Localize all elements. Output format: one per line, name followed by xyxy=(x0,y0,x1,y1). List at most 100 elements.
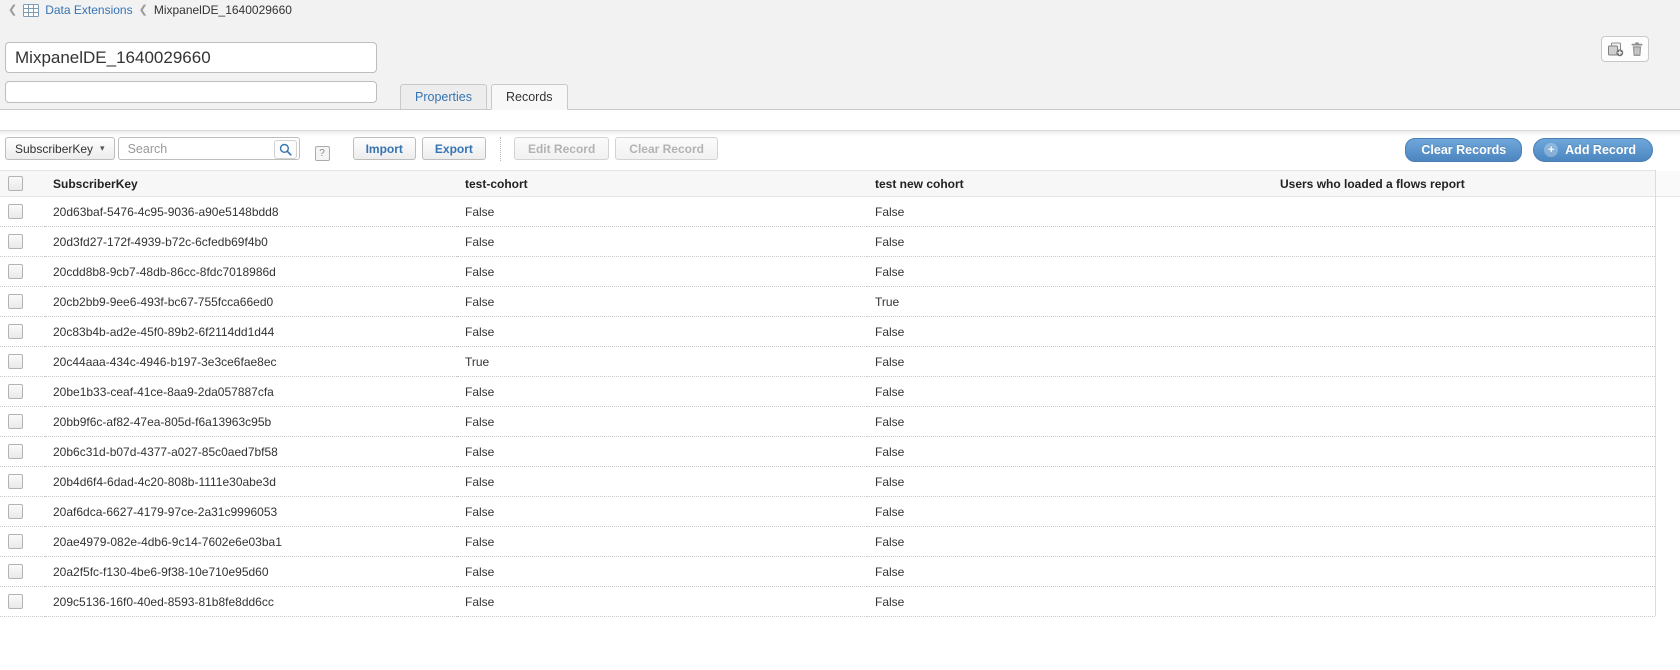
row-checkbox[interactable] xyxy=(8,414,23,429)
table-row[interactable]: 20bb9f6c-af82-47ea-805d-f6a13963c95b Fal… xyxy=(0,407,1655,437)
header-action-group xyxy=(1601,36,1649,62)
panel-divider xyxy=(0,130,1680,136)
table-row[interactable]: 20be1b33-ceaf-41ce-8aa9-2da057887cfa Fal… xyxy=(0,377,1655,407)
row-checkbox[interactable] xyxy=(8,504,23,519)
table-row[interactable]: 20cdd8b8-9cb7-48db-86cc-8fdc7018986d Fal… xyxy=(0,257,1655,287)
row-checkbox-cell xyxy=(0,407,45,437)
data-extension-records-page: ❮ Data Extensions ❮ MixpanelDE_164002966… xyxy=(0,0,1680,670)
toolbar-divider xyxy=(500,137,501,161)
cell-test-cohort: True xyxy=(457,347,867,377)
cell-flows-report xyxy=(1272,557,1655,587)
clear-record-button[interactable]: Clear Record xyxy=(615,137,718,160)
table-row[interactable]: 20af6dca-6627-4179-97ce-2a31c9996053 Fal… xyxy=(0,497,1655,527)
cell-test-cohort: False xyxy=(457,437,867,467)
row-checkbox[interactable] xyxy=(8,234,23,249)
export-button[interactable]: Export xyxy=(422,137,486,160)
row-checkbox[interactable] xyxy=(8,324,23,339)
breadcrumb: ❮ Data Extensions ❮ MixpanelDE_164002966… xyxy=(8,3,292,17)
back-icon[interactable]: ❮ xyxy=(8,3,17,17)
extension-name-input[interactable] xyxy=(5,42,377,73)
row-checkbox-cell xyxy=(0,527,45,557)
cell-test-new-cohort: False xyxy=(867,377,1272,407)
add-record-label: Add Record xyxy=(1565,143,1636,157)
search-field-selector[interactable]: SubscriberKey ▾ xyxy=(5,137,115,160)
table-row[interactable]: 20b4d6f4-6dad-4c20-808b-1111e30abe3d Fal… xyxy=(0,467,1655,497)
table-row[interactable]: 20cb2bb9-9ee6-493f-bc67-755fcca66ed0 Fal… xyxy=(0,287,1655,317)
cell-test-cohort: False xyxy=(457,557,867,587)
row-checkbox-cell xyxy=(0,317,45,347)
cell-subscriber-key: 20bb9f6c-af82-47ea-805d-f6a13963c95b xyxy=(45,407,457,437)
cell-subscriber-key: 20c44aaa-434c-4946-b197-3e3ce6fae8ec xyxy=(45,347,457,377)
column-header-test-cohort: test-cohort xyxy=(457,171,867,197)
table-row[interactable]: 20d3fd27-172f-4939-b72c-6cfedb69f4b0 Fal… xyxy=(0,227,1655,257)
data-extension-grid-icon xyxy=(23,4,39,17)
row-checkbox[interactable] xyxy=(8,564,23,579)
cell-test-new-cohort: False xyxy=(867,347,1272,377)
add-record-button[interactable]: + Add Record xyxy=(1533,138,1653,162)
cell-subscriber-key: 20b6c31d-b07d-4377-a027-85c0aed7bf58 xyxy=(45,437,457,467)
table-row[interactable]: 20ae4979-082e-4db6-9c14-7602e6e03ba1 Fal… xyxy=(0,527,1655,557)
table-row[interactable]: 20d63baf-5476-4c95-9036-a90e5148bdd8 Fal… xyxy=(0,197,1655,227)
import-button[interactable]: Import xyxy=(353,137,416,160)
copy-icon[interactable] xyxy=(1607,42,1624,57)
edit-record-button[interactable]: Edit Record xyxy=(514,137,609,160)
row-checkbox[interactable] xyxy=(8,354,23,369)
cell-test-new-cohort: False xyxy=(867,587,1272,617)
cell-test-new-cohort: False xyxy=(867,557,1272,587)
cell-test-cohort: False xyxy=(457,467,867,497)
trash-icon[interactable] xyxy=(1631,42,1643,56)
cell-test-cohort: False xyxy=(457,587,867,617)
cell-test-new-cohort: False xyxy=(867,527,1272,557)
table-row[interactable]: 20a2f5fc-f130-4be6-9f38-10e710e95d60 Fal… xyxy=(0,557,1655,587)
cell-test-cohort: False xyxy=(457,227,867,257)
cell-subscriber-key: 20ae4979-082e-4db6-9c14-7602e6e03ba1 xyxy=(45,527,457,557)
cell-flows-report xyxy=(1272,407,1655,437)
cell-test-cohort: False xyxy=(457,197,867,227)
help-icon[interactable]: ? xyxy=(315,146,330,161)
row-checkbox-cell xyxy=(0,377,45,407)
row-checkbox[interactable] xyxy=(8,474,23,489)
column-header-subscriber-key: SubscriberKey xyxy=(45,171,457,197)
cell-subscriber-key: 20d63baf-5476-4c95-9036-a90e5148bdd8 xyxy=(45,197,457,227)
breadcrumb-data-extensions-link[interactable]: Data Extensions xyxy=(45,3,132,17)
row-checkbox[interactable] xyxy=(8,594,23,609)
select-all-cell xyxy=(0,171,45,197)
clear-records-button[interactable]: Clear Records xyxy=(1405,138,1522,162)
cell-subscriber-key: 209c5136-16f0-40ed-8593-81b8fe8dd6cc xyxy=(45,587,457,617)
row-checkbox[interactable] xyxy=(8,384,23,399)
row-checkbox[interactable] xyxy=(8,204,23,219)
row-checkbox[interactable] xyxy=(8,444,23,459)
cell-test-new-cohort: False xyxy=(867,227,1272,257)
table-row[interactable]: 20c83b4b-ad2e-45f0-89b2-6f2114dd1d44 Fal… xyxy=(0,317,1655,347)
cell-test-cohort: False xyxy=(457,317,867,347)
row-checkbox[interactable] xyxy=(8,534,23,549)
table-header-row: SubscriberKey test-cohort test new cohor… xyxy=(0,171,1655,197)
cell-flows-report xyxy=(1272,287,1655,317)
records-table: SubscriberKey test-cohort test new cohor… xyxy=(0,170,1655,617)
cell-test-cohort: False xyxy=(457,497,867,527)
cell-test-new-cohort: True xyxy=(867,287,1272,317)
table-row[interactable]: 20c44aaa-434c-4946-b197-3e3ce6fae8ec Tru… xyxy=(0,347,1655,377)
row-checkbox[interactable] xyxy=(8,294,23,309)
chevron-down-icon: ▾ xyxy=(100,143,105,154)
row-checkbox-cell xyxy=(0,587,45,617)
search-input[interactable] xyxy=(118,137,300,160)
select-all-checkbox[interactable] xyxy=(8,176,23,191)
cell-flows-report xyxy=(1272,467,1655,497)
tab-properties[interactable]: Properties xyxy=(400,84,487,110)
tab-records[interactable]: Records xyxy=(491,84,568,110)
cell-subscriber-key: 20be1b33-ceaf-41ce-8aa9-2da057887cfa xyxy=(45,377,457,407)
cell-flows-report xyxy=(1272,347,1655,377)
search-button[interactable] xyxy=(274,140,297,159)
cell-subscriber-key: 20a2f5fc-f130-4be6-9f38-10e710e95d60 xyxy=(45,557,457,587)
table-row[interactable]: 20b6c31d-b07d-4377-a027-85c0aed7bf58 Fal… xyxy=(0,437,1655,467)
scroll-corner xyxy=(1656,171,1680,197)
table-row[interactable]: 209c5136-16f0-40ed-8593-81b8fe8dd6cc Fal… xyxy=(0,587,1655,617)
cell-test-new-cohort: False xyxy=(867,197,1272,227)
extension-description-input[interactable] xyxy=(5,81,377,103)
cell-subscriber-key: 20cb2bb9-9ee6-493f-bc67-755fcca66ed0 xyxy=(45,287,457,317)
row-checkbox[interactable] xyxy=(8,264,23,279)
cell-test-new-cohort: False xyxy=(867,257,1272,287)
page-header: ❮ Data Extensions ❮ MixpanelDE_164002966… xyxy=(0,0,1680,110)
breadcrumb-separator-icon: ❮ xyxy=(139,3,148,17)
